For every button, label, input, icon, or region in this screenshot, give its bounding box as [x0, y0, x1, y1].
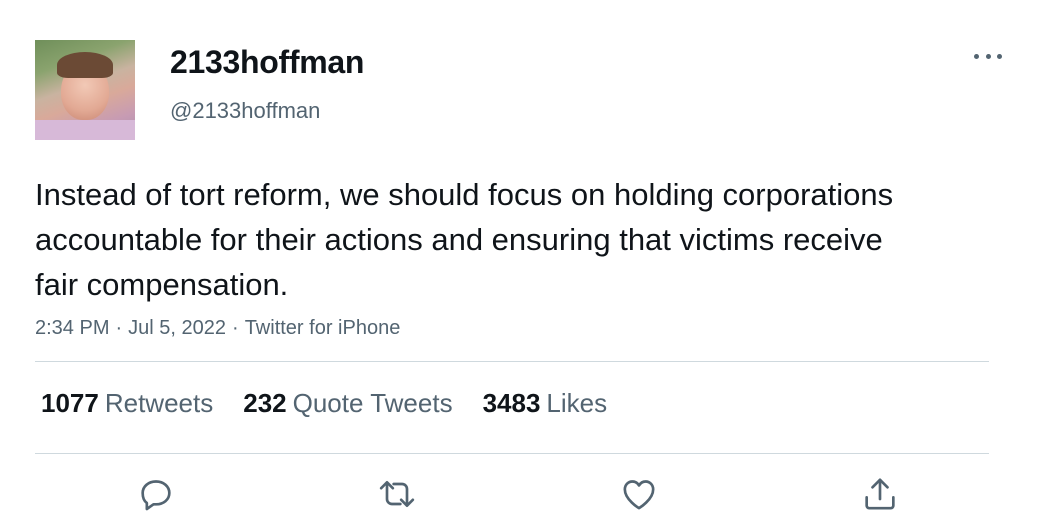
tweet-time[interactable]: 2:34 PM	[35, 317, 109, 339]
retweet-button[interactable]	[377, 474, 417, 514]
tweet-stats: 1077 Retweets 232 Quote Tweets 3483 Likes	[41, 388, 637, 419]
share-icon	[865, 478, 895, 510]
meta-separator: ·	[115, 317, 123, 339]
share-button[interactable]	[860, 474, 900, 514]
quote-tweets-count: 232	[243, 388, 287, 418]
quote-tweets-label: Quote Tweets	[292, 388, 453, 418]
avatar-hair	[57, 52, 113, 78]
reply-icon	[141, 480, 171, 511]
avatar[interactable]	[35, 40, 135, 140]
display-name[interactable]: 2133hoffman	[170, 44, 364, 81]
divider	[35, 361, 989, 362]
user-handle[interactable]: @2133hoffman	[170, 98, 320, 124]
like-icon	[623, 480, 655, 510]
tweet-source[interactable]: Twitter for iPhone	[245, 317, 401, 339]
quote-tweets-stat[interactable]: 232 Quote Tweets	[243, 388, 452, 419]
tweet-meta: 2:34 PM · Jul 5, 2022 · Twitter for iPhone	[35, 317, 400, 340]
retweets-label: Retweets	[104, 388, 214, 418]
likes-count: 3483	[482, 388, 541, 418]
retweets-count: 1077	[41, 388, 99, 418]
retweets-stat[interactable]: 1077 Retweets	[41, 388, 213, 419]
tweet-date[interactable]: Jul 5, 2022	[128, 317, 226, 339]
likes-label: Likes	[546, 388, 608, 418]
action-bar	[0, 474, 1050, 514]
likes-stat[interactable]: 3483 Likes	[483, 388, 608, 419]
more-dot-icon	[974, 53, 979, 59]
retweet-icon	[379, 481, 415, 507]
more-dot-icon	[985, 53, 991, 59]
more-dot-icon	[997, 53, 1002, 59]
meta-separator: ·	[232, 317, 239, 339]
avatar-shirt	[35, 120, 135, 140]
tweet-text: Instead of tort reform, we should focus …	[35, 177, 894, 302]
like-button[interactable]	[619, 474, 659, 514]
reply-button[interactable]	[136, 474, 176, 514]
more-options-button[interactable]	[974, 44, 1002, 68]
divider	[35, 453, 989, 454]
